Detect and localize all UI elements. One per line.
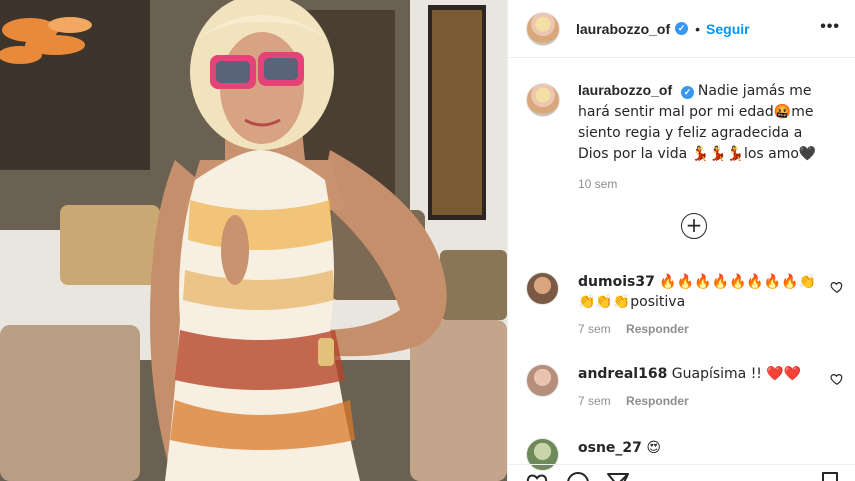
comment-item: andreal168 Guapísima !! ❤️❤️ 7 sem Respo… bbox=[526, 364, 844, 408]
save-icon[interactable] bbox=[818, 471, 842, 481]
comment-username[interactable]: dumois37 bbox=[578, 274, 655, 290]
reply-button[interactable]: Responder bbox=[626, 322, 689, 336]
post-photo bbox=[0, 0, 507, 481]
verified-badge-icon: ✓ bbox=[681, 86, 695, 99]
comment-body: dumois37 🔥🔥🔥🔥🔥🔥🔥🔥👏👏👏👏positiva bbox=[578, 272, 818, 312]
comment-avatar[interactable] bbox=[526, 364, 559, 397]
heart-icon[interactable] bbox=[526, 471, 550, 481]
comment-avatar[interactable] bbox=[526, 272, 559, 305]
more-options-icon[interactable]: ••• bbox=[820, 18, 840, 36]
comment-meta: 7 sem Responder bbox=[578, 322, 844, 336]
comment-username[interactable]: andreal168 bbox=[578, 366, 667, 382]
verified-badge-icon: ✓ bbox=[675, 22, 689, 35]
caption-body: laurabozzo_of ✓ Nadie jamás me hará sent… bbox=[578, 80, 836, 194]
header-separator: • bbox=[695, 20, 701, 37]
author-username[interactable]: laurabozzo_of bbox=[576, 21, 670, 37]
post-image bbox=[0, 0, 507, 481]
comment-username[interactable]: osne_27 bbox=[578, 440, 642, 456]
follow-button[interactable]: Seguir bbox=[706, 21, 750, 37]
comment-text: Guapísima !! ❤️❤️ bbox=[671, 366, 802, 382]
heart-icon[interactable] bbox=[830, 372, 844, 386]
comment-body: osne_27 😍 bbox=[578, 438, 818, 458]
comment-item: osne_27 😍 bbox=[526, 438, 844, 471]
reply-button[interactable]: Responder bbox=[626, 394, 689, 408]
caption-timestamp[interactable]: 10 sem bbox=[578, 174, 836, 194]
comment-timestamp[interactable]: 7 sem bbox=[578, 394, 611, 408]
load-more-icon[interactable]: + bbox=[681, 213, 707, 239]
comment-body: andreal168 Guapísima !! ❤️❤️ bbox=[578, 364, 818, 384]
comment-text: 😍 bbox=[646, 440, 661, 456]
post-header: laurabozzo_of ✓ • Seguir ••• bbox=[508, 0, 855, 58]
caption-username[interactable]: laurabozzo_of bbox=[578, 82, 672, 98]
comment-meta: 7 sem Responder bbox=[578, 394, 844, 408]
author-avatar[interactable] bbox=[526, 11, 560, 46]
caption-avatar[interactable] bbox=[526, 83, 560, 117]
heart-icon[interactable] bbox=[830, 280, 844, 294]
comment-icon[interactable] bbox=[566, 471, 590, 481]
share-icon[interactable] bbox=[606, 471, 630, 481]
post-caption: laurabozzo_of ✓ Nadie jamás me hará sent… bbox=[526, 80, 844, 194]
comment-timestamp[interactable]: 7 sem bbox=[578, 322, 611, 336]
post-actions-bar bbox=[508, 464, 855, 481]
comment-item: dumois37 🔥🔥🔥🔥🔥🔥🔥🔥👏👏👏👏positiva 7 sem Resp… bbox=[526, 272, 844, 336]
post-side-panel: laurabozzo_of ✓ • Seguir ••• laurabozzo_… bbox=[507, 0, 855, 481]
load-more-glyph: + bbox=[685, 213, 703, 237]
